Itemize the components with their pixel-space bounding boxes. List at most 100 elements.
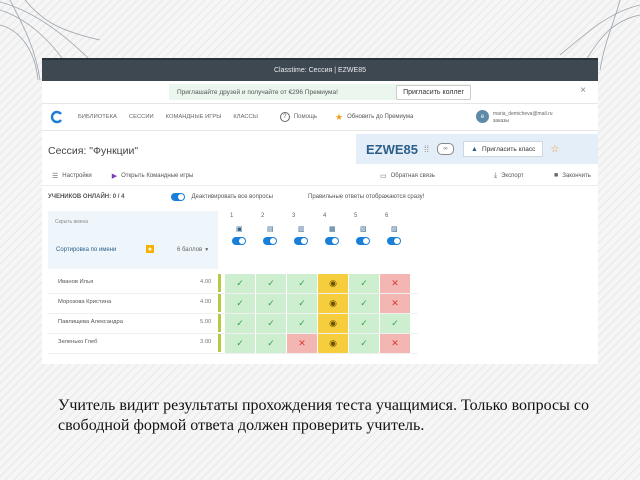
account-info[interactable]: maria_demicheva@mail.ru заказы — [493, 111, 583, 125]
download-icon: ⤓ — [494, 172, 498, 179]
answer-cell-eye[interactable]: ◉ — [318, 274, 348, 293]
question-type-icon: ▦ — [329, 226, 336, 233]
answer-cell-x[interactable]: ✕ — [380, 294, 410, 313]
answer-cell-x[interactable]: ✕ — [380, 274, 410, 293]
upgrade-link[interactable]: ★ Обновить до Премиума — [335, 112, 413, 123]
answers-note: Правильные ответы отображаются сразу! — [308, 194, 425, 200]
invite-class-button[interactable]: ▲ Пригласить класс — [463, 141, 544, 157]
answer-cell-ok[interactable]: ✓ — [256, 294, 286, 313]
answer-cell-ok[interactable]: ✓ — [256, 334, 286, 353]
question-header: 4 ▦ — [318, 211, 349, 271]
answer-cell-ok[interactable]: ✓ — [225, 334, 255, 353]
chevron-down-icon: ▼ — [204, 247, 210, 253]
session-code: EZWE85 — [366, 141, 419, 157]
question-header: 3 ▥ — [287, 211, 318, 271]
finish-button[interactable]: ■ Закончить — [554, 172, 591, 179]
progress-marker — [218, 334, 221, 352]
nav-library[interactable]: Библиотека — [78, 114, 117, 120]
question-number: 4 — [323, 213, 327, 219]
question-number: 3 — [292, 213, 296, 219]
answer-cell-ok[interactable]: ✓ — [256, 314, 286, 333]
answer-cell-ok[interactable]: ✓ — [225, 274, 255, 293]
check-icon: ✓ — [298, 278, 306, 288]
student-name[interactable]: Павлищева Александра — [58, 319, 123, 325]
hide-names-toggle[interactable]: Скрыть имена — [55, 219, 88, 225]
avatar[interactable]: e — [476, 110, 489, 123]
answer-cell-ok[interactable]: ✓ — [225, 314, 255, 333]
check-icon: ✓ — [360, 298, 368, 308]
sort-select[interactable]: Сортировка по имени — [56, 247, 116, 253]
check-icon: ✓ — [236, 338, 244, 348]
answer-cell-ok[interactable]: ✓ — [256, 274, 286, 293]
eye-icon: ◉ — [329, 278, 337, 288]
question-toggle[interactable] — [325, 237, 339, 245]
question-header: 5 ▧ — [349, 211, 380, 271]
invite-colleagues-button[interactable]: Пригласить коллег — [396, 85, 471, 100]
question-number: 1 — [230, 213, 234, 219]
answer-cell-ok[interactable]: ✓ — [349, 294, 379, 313]
settings-button[interactable]: ☰ Настройки — [52, 172, 92, 180]
cross-icon: ✕ — [391, 298, 399, 308]
progress-marker — [218, 294, 221, 312]
answer-cell-ok[interactable]: ✓ — [349, 274, 379, 293]
check-icon: ✓ — [360, 318, 368, 328]
table-row[interactable]: Иванов Илья 4.00 ✓ ✓ ✓ ◉ ✓ ✕ — [48, 273, 418, 294]
feedback-button[interactable]: ▭ Обратная связь — [380, 172, 435, 180]
close-icon[interactable]: × — [580, 85, 586, 96]
students-online: УЧЕНИКОВ ОНЛАЙН: 0 / 4 — [48, 194, 125, 200]
export-button[interactable]: ⤓ Экспорт — [494, 172, 524, 180]
question-toggle[interactable] — [294, 237, 308, 245]
points-select[interactable]: 6 баллов ▼ — [177, 247, 209, 253]
answer-cell-ok[interactable]: ✓ — [380, 314, 410, 333]
promo-text: Приглашайте друзей и получайте от €296 П… — [177, 88, 338, 96]
session-code-panel: EZWE85 ⁞⁞ ∞ ▲ Пригласить класс ☆ — [356, 134, 598, 164]
student-name[interactable]: Морозова Кристина — [58, 299, 111, 305]
question-header: 6 ▨ — [380, 211, 411, 271]
check-icon: ✓ — [267, 298, 275, 308]
table-row[interactable]: Морозова Кристина 4.00 ✓ ✓ ✓ ◉ ✓ ✕ — [48, 293, 418, 314]
favorite-star-icon[interactable]: ☆ — [550, 144, 559, 155]
team-games-button[interactable]: ▶ Открыть Командные игры — [112, 172, 194, 180]
question-toggle[interactable] — [232, 237, 246, 245]
classtime-logo-icon[interactable] — [50, 110, 64, 124]
answer-cell-ok[interactable]: ✓ — [349, 334, 379, 353]
answer-cell-ok[interactable]: ✓ — [287, 314, 317, 333]
student-name[interactable]: Иванов Илья — [58, 279, 93, 285]
nav-team-games[interactable]: Командные игры — [166, 114, 222, 120]
eye-icon: ◉ — [329, 318, 337, 328]
nav-sessions[interactable]: Сессии — [129, 114, 154, 120]
deactivate-toggle[interactable] — [171, 193, 186, 201]
check-icon: ✓ — [360, 278, 368, 288]
question-number: 2 — [261, 213, 265, 219]
student-name[interactable]: Зеленько Глеб — [58, 339, 97, 345]
answer-cell-ok[interactable]: ✓ — [287, 294, 317, 313]
page-title: Сессия: "Функции" — [48, 145, 139, 157]
eye-icon: ◉ — [329, 298, 337, 308]
answer-cell-x[interactable]: ✕ — [380, 334, 410, 353]
help-link[interactable]: ? Помощь — [279, 112, 317, 122]
grid-header-left: Скрыть имена Сортировка по имени ★ 6 бал… — [48, 211, 218, 269]
answer-cell-ok[interactable]: ✓ — [225, 294, 255, 313]
answer-cell-eye[interactable]: ◉ — [318, 314, 348, 333]
link-icon[interactable]: ∞ — [437, 143, 455, 155]
question-toggle[interactable] — [263, 237, 277, 245]
answer-cell-eye[interactable]: ◉ — [318, 334, 348, 353]
star-filter-icon[interactable]: ★ — [146, 245, 154, 253]
eye-icon: ◉ — [329, 338, 337, 348]
table-row[interactable]: Зеленько Глеб 3.00 ✓ ✓ ✕ ◉ ✓ ✕ — [48, 333, 418, 354]
question-type-icon: ▨ — [391, 226, 398, 233]
nav-classes[interactable]: Классы — [233, 114, 257, 120]
answer-cell-eye[interactable]: ◉ — [318, 294, 348, 313]
check-icon: ✓ — [360, 338, 368, 348]
check-icon: ✓ — [236, 278, 244, 288]
answer-cell-ok[interactable]: ✓ — [349, 314, 379, 333]
question-toggle[interactable] — [387, 237, 401, 245]
answer-cell-ok[interactable]: ✓ — [287, 274, 317, 293]
graduation-cap-icon: ▲ — [471, 145, 478, 153]
question-toggle[interactable] — [356, 237, 370, 245]
copy-icon[interactable]: ⁞⁞ — [424, 144, 429, 154]
session-header: Сессия: "Функции" EZWE85 ⁞⁞ ∞ ▲ Пригласи… — [42, 131, 598, 167]
table-row[interactable]: Павлищева Александра 5.00 ✓ ✓ ✓ ◉ ✓ ✓ — [48, 313, 418, 334]
answer-cell-x[interactable]: ✕ — [287, 334, 317, 353]
question-type-icon: ▣ — [236, 226, 243, 233]
